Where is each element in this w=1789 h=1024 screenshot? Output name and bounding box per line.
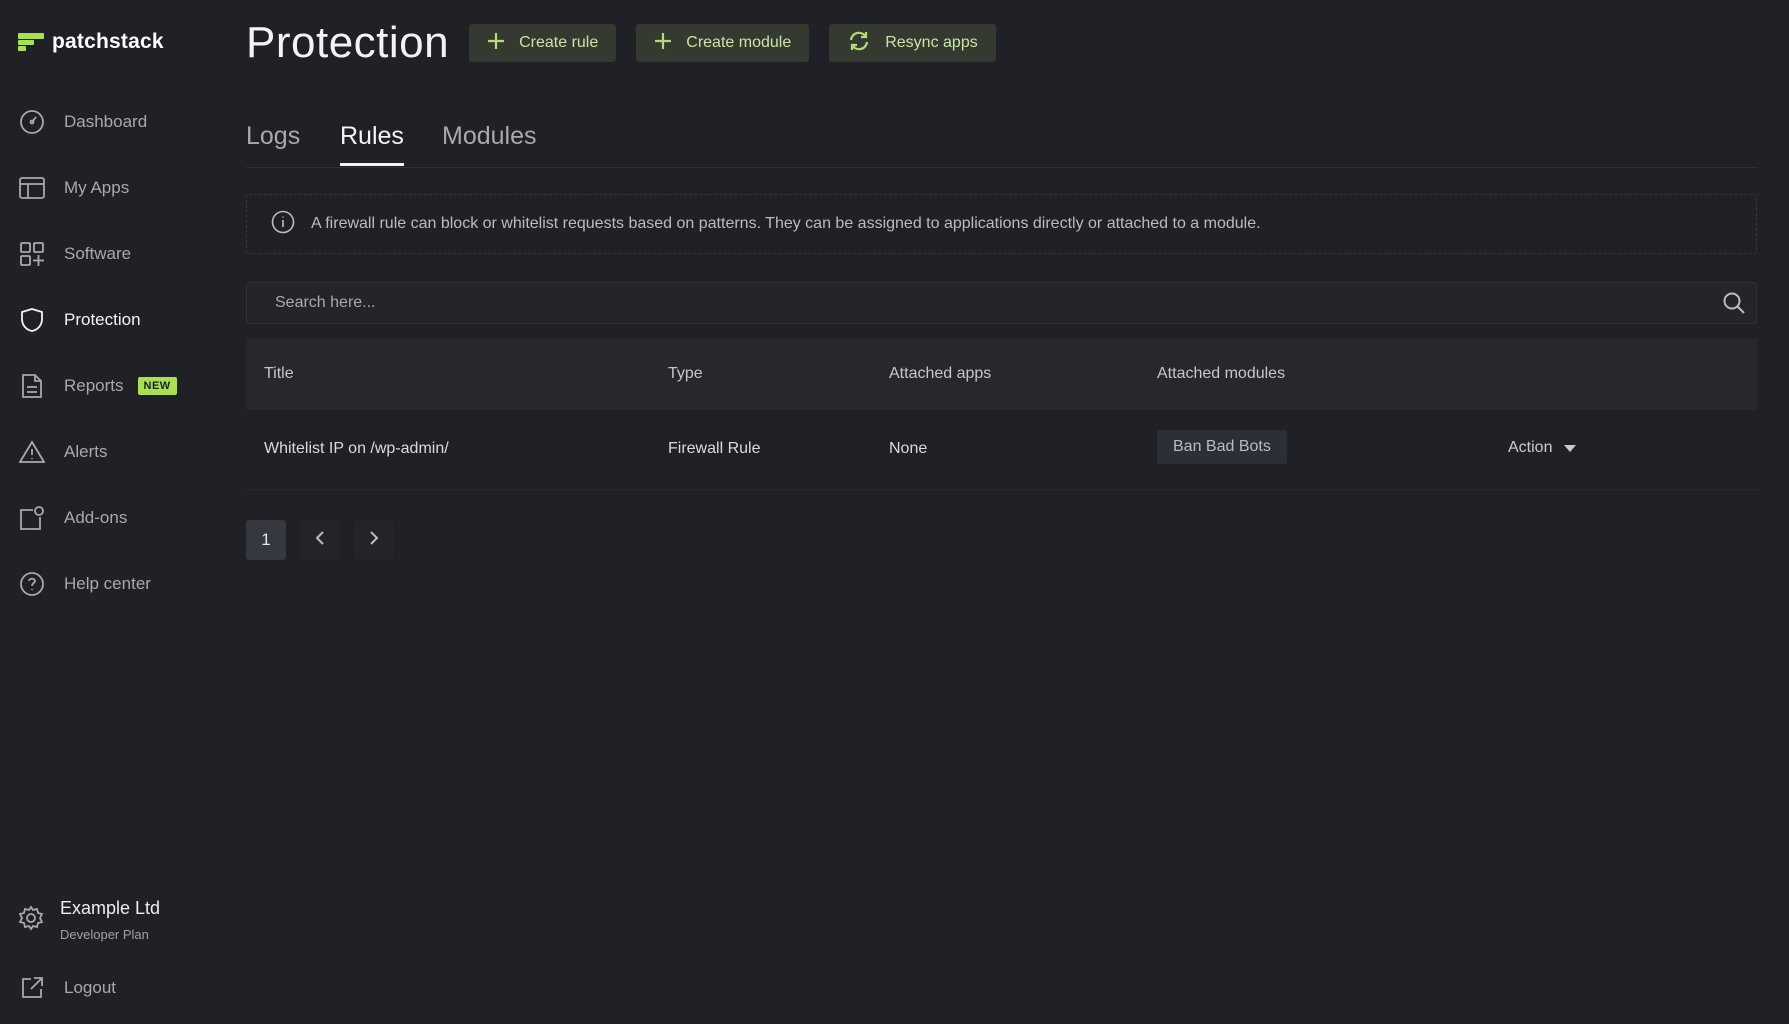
sidebar-item-label: My Apps	[64, 178, 130, 197]
tab-modules[interactable]: Modules	[442, 122, 537, 163]
sidebar-item-label: Help center	[64, 574, 151, 593]
document-icon	[18, 372, 46, 400]
sidebar-item-software[interactable]: Software	[18, 236, 131, 272]
refresh-icon	[847, 31, 871, 56]
info-banner: A firewall rule can block or whitelist r…	[246, 194, 1757, 254]
warning-icon	[18, 438, 46, 466]
info-icon	[271, 210, 295, 239]
sidebar-item-my-apps[interactable]: My Apps	[18, 170, 129, 206]
help-icon	[18, 570, 46, 598]
account-name: Example Ltd	[60, 898, 161, 918]
sidebar-item-reports[interactable]: Reports NEW	[18, 368, 177, 404]
tab-bar: Logs Rules Modules	[246, 118, 1757, 168]
plus-icon	[654, 32, 672, 55]
create-rule-label: Create rule	[519, 34, 599, 51]
app-root: patchstack Dashboard My Apps Software Pr	[0, 0, 1789, 1024]
sidebar-item-label: Add-ons	[64, 508, 128, 527]
search-bar	[246, 282, 1757, 324]
table-header: Title Type Attached apps Attached module…	[246, 338, 1757, 410]
create-rule-button[interactable]: Create rule	[469, 24, 617, 62]
row-action-dropdown[interactable]: Action	[1508, 439, 1577, 457]
action-label: Action	[1508, 439, 1553, 456]
sidebar: patchstack Dashboard My Apps Software Pr	[0, 0, 220, 1024]
patchstack-logo-icon	[18, 33, 44, 51]
gear-icon	[18, 904, 44, 936]
tab-rules[interactable]: Rules	[340, 122, 404, 166]
rule-type: Firewall Rule	[668, 440, 761, 457]
sidebar-item-label: Alerts	[64, 442, 108, 461]
sidebar-item-label: Reports	[64, 376, 124, 395]
search-icon[interactable]	[1722, 291, 1746, 320]
search-input[interactable]	[247, 283, 1756, 323]
account-switcher[interactable]: Example Ltd Developer Plan	[18, 898, 160, 942]
rules-table: Title Type Attached apps Attached module…	[246, 338, 1757, 490]
sidebar-item-label: Software	[64, 244, 132, 263]
page-header: Protection Create rule Create module Res…	[246, 18, 996, 68]
sidebar-item-label: Dashboard	[64, 112, 148, 131]
rule-attached-apps: None	[889, 440, 928, 457]
grid-plus-icon	[18, 240, 46, 268]
column-header-title[interactable]: Title	[264, 365, 294, 383]
prev-page-button[interactable]	[300, 520, 340, 560]
chevron-left-icon	[314, 530, 326, 551]
column-header-attached-modules[interactable]: Attached modules	[1157, 365, 1285, 383]
sidebar-item-alerts[interactable]: Alerts	[18, 434, 107, 470]
brand-name: patchstack	[52, 30, 164, 53]
caret-down-icon	[1564, 444, 1577, 452]
sidebar-item-add-ons[interactable]: Add-ons	[18, 500, 127, 536]
sidebar-item-label: Protection	[64, 310, 141, 329]
addon-icon	[18, 504, 46, 532]
chevron-right-icon	[368, 530, 380, 551]
info-text: A firewall rule can block or whitelist r…	[311, 215, 1261, 232]
column-header-attached-apps[interactable]: Attached apps	[889, 365, 991, 383]
rule-title[interactable]: Whitelist IP on /wp-admin/	[264, 440, 449, 458]
new-badge: NEW	[137, 377, 177, 395]
logout-button[interactable]: Logout	[18, 970, 116, 1006]
account-plan: Developer Plan	[60, 927, 149, 942]
layout-icon	[18, 174, 46, 202]
logout-label: Logout	[64, 978, 116, 997]
page-button-current[interactable]: 1	[246, 520, 286, 560]
plus-icon	[487, 32, 505, 55]
page-title: Protection	[246, 18, 450, 67]
pagination: 1	[246, 520, 394, 560]
create-module-button[interactable]: Create module	[636, 24, 810, 62]
module-tag[interactable]: Ban Bad Bots	[1157, 430, 1287, 464]
shield-icon	[18, 306, 46, 334]
brand-logo[interactable]: patchstack	[18, 30, 164, 54]
sidebar-item-dashboard[interactable]: Dashboard	[18, 104, 147, 140]
external-link-icon	[18, 974, 46, 1002]
resync-apps-label: Resync apps	[885, 34, 978, 51]
tab-logs[interactable]: Logs	[246, 122, 300, 163]
create-module-label: Create module	[686, 34, 792, 51]
sidebar-item-protection[interactable]: Protection	[18, 302, 141, 338]
column-header-type[interactable]: Type	[668, 365, 703, 383]
resync-apps-button[interactable]: Resync apps	[829, 24, 996, 62]
sidebar-item-help-center[interactable]: Help center	[18, 566, 151, 602]
next-page-button[interactable]	[354, 520, 394, 560]
gauge-icon	[18, 108, 46, 136]
